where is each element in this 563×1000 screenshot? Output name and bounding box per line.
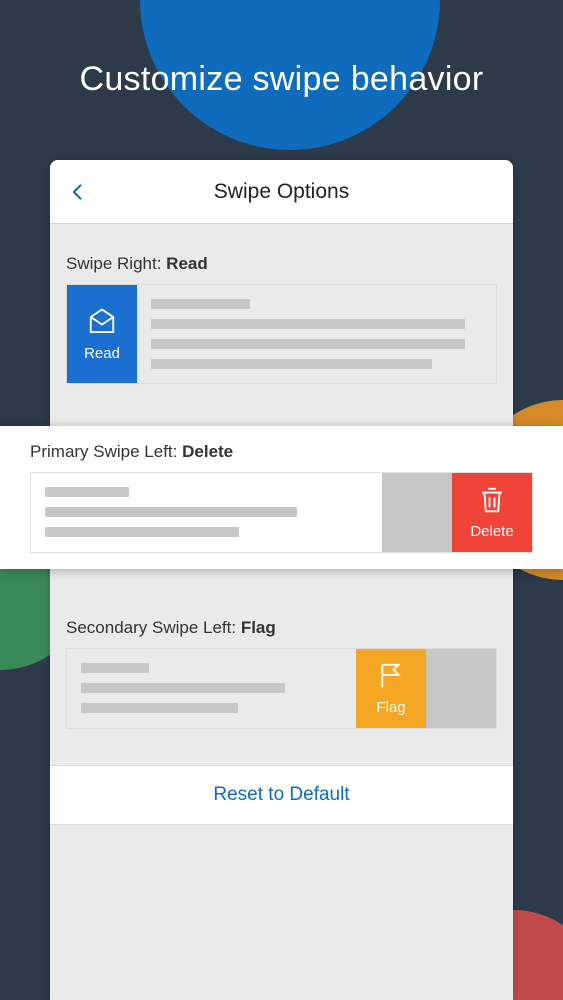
secondary-swipe-left-action-tile: Flag [356, 649, 426, 728]
swipe-right-label-text: Swipe Right: [66, 254, 166, 273]
swipe-right-action-label: Read [84, 345, 120, 362]
promo-title: Customize swipe behavior [0, 60, 563, 99]
page-title: Swipe Options [50, 180, 513, 204]
secondary-swipe-left-section: Secondary Swipe Left: Flag Flag [50, 594, 513, 751]
secondary-swipe-left-action-label: Flag [376, 699, 405, 716]
back-button[interactable] [56, 170, 100, 214]
swipe-right-action-tile: Read [67, 285, 137, 383]
chevron-left-icon [68, 179, 88, 205]
placeholder-lines [31, 473, 382, 552]
swipe-right-value: Read [166, 254, 208, 273]
primary-swipe-left-label: Primary Swipe Left: Delete [30, 442, 533, 472]
secondary-swipe-left-preview-card[interactable]: Flag [66, 648, 497, 729]
secondary-swipe-left-label: Secondary Swipe Left: Flag [66, 618, 497, 648]
primary-swipe-left-preview-card[interactable]: Delete [30, 472, 533, 553]
reset-to-default-button[interactable]: Reset to Default [50, 765, 513, 825]
secondary-swipe-left-secondary-tile [426, 649, 496, 728]
secondary-swipe-left-value: Flag [241, 618, 276, 637]
placeholder-lines [137, 285, 496, 383]
primary-swipe-left-value: Delete [182, 442, 233, 461]
trash-icon [477, 485, 507, 515]
primary-swipe-left-action-tile: Delete [452, 473, 532, 552]
read-icon [87, 307, 117, 337]
swipe-right-section: Swipe Right: Read Read [50, 224, 513, 406]
secondary-swipe-left-label-text: Secondary Swipe Left: [66, 618, 241, 637]
swipe-right-label: Swipe Right: Read [66, 254, 497, 284]
primary-swipe-left-label-text: Primary Swipe Left: [30, 442, 182, 461]
flag-icon [376, 661, 406, 691]
primary-swipe-left-secondary-tile [382, 473, 452, 552]
primary-swipe-left-action-label: Delete [470, 523, 513, 540]
swipe-right-preview-card[interactable]: Read [66, 284, 497, 384]
nav-bar: Swipe Options [50, 160, 513, 224]
placeholder-lines [67, 649, 356, 728]
phone-screen: Swipe Options Swipe Right: Read Read [50, 160, 513, 1000]
primary-swipe-left-section: Primary Swipe Left: Delete Delete [0, 426, 563, 569]
